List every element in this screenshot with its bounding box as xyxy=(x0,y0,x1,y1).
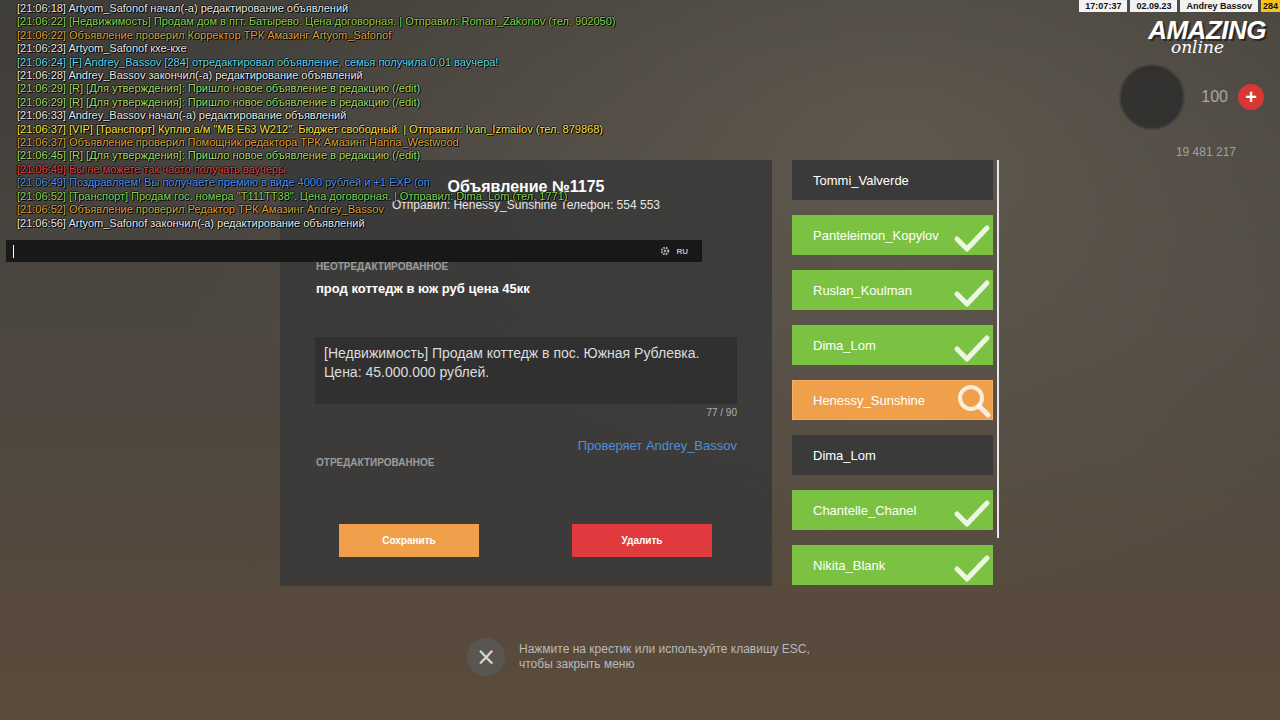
magnifier-icon xyxy=(955,382,991,418)
logo: AMAZINGonline xyxy=(1148,16,1266,56)
chat-line: [21:06:33] Andrey_Bassov начал(-а) редак… xyxy=(17,109,616,122)
chat-line: [21:06:24] [F] Andrey_Bassov [284] отред… xyxy=(17,56,616,69)
actions: Сохранить Удалить xyxy=(315,524,737,557)
check-icon xyxy=(953,224,991,254)
chat-line: [21:06:29] [R] [Для утверждения]: Пришло… xyxy=(17,82,616,95)
language-indicator: RU xyxy=(676,247,688,256)
chat-line: [21:06:52] [Транспорт] Продам гос. номер… xyxy=(17,190,616,203)
queue-item[interactable]: Panteleimon_Kopylov xyxy=(792,215,993,255)
game-screen: Объявление №1175Отправил: Henessy_Sunshi… xyxy=(0,0,1280,720)
chat-line: [21:06:23] Artyom_Safonof кхе-кхе xyxy=(17,42,616,55)
chat-line: [21:06:22] [Недвижимость] Продам дом в п… xyxy=(17,15,616,28)
chat-input[interactable]: RU xyxy=(6,240,702,262)
hud: 17:07:3702.09.23Andrey Bassov284 AMAZINGo… xyxy=(1060,0,1280,170)
player-id: 284 xyxy=(1261,0,1280,12)
chat-log: [21:06:18] Artyom_Safonof начал(-а) реда… xyxy=(17,2,616,230)
delete-button[interactable]: Удалить xyxy=(572,524,712,557)
chat-line: [21:06:37] Объявление проверил Помощник … xyxy=(17,136,616,149)
chat-line: [21:06:45] [R] [Для утверждения]: Пришло… xyxy=(17,149,616,162)
chat-line: [21:06:49] Вы не можете так часто получа… xyxy=(17,163,616,176)
chat-line: [21:06:49] Поздравляем! Вы получаете пре… xyxy=(17,176,616,189)
queue-item[interactable]: Henessy_Sunshine xyxy=(792,380,993,420)
queue-item[interactable]: Ruslan_Koulman xyxy=(792,270,993,310)
queue-list: Tommi_Valverde Panteleimon_Kopylov Ruslan_… xyxy=(792,160,993,585)
edited-label: ОТРЕДАКТИРОВАННОЕ xyxy=(315,456,737,470)
text-caret xyxy=(13,245,14,258)
check-icon xyxy=(953,279,991,309)
chat-line: [21:06:37] [VIP] [Транспорт] Куплю а/м "… xyxy=(17,123,616,136)
check-icon xyxy=(953,334,991,364)
close-row: × Нажмите на крестик или используйте клав… xyxy=(467,638,1280,676)
chat-line: [21:06:18] Artyom_Safonof начал(-а) реда… xyxy=(17,2,616,15)
save-button[interactable]: Сохранить xyxy=(339,524,479,557)
hud-bar: 17:07:3702.09.23Andrey Bassov284 xyxy=(1079,0,1280,12)
chat-line: [21:06:56] Artyom_Safonof закончил(-а) р… xyxy=(17,217,616,230)
queue-item[interactable]: Chantelle_Chanel xyxy=(792,490,993,530)
queue-item[interactable]: Tommi_Valverde xyxy=(792,160,993,200)
date: 02.09.23 xyxy=(1130,0,1177,12)
checker-link[interactable]: Проверяет Andrey_Bassov xyxy=(315,438,737,454)
close-hint: Нажмите на крестик или используйте клави… xyxy=(519,642,810,672)
edit-field[interactable]: [Недвижимость] Продам коттедж в пос. Южн… xyxy=(315,337,737,404)
raw-label: НЕОТРЕДАКТИРОВАННОЕ xyxy=(315,260,737,274)
gear-icon[interactable] xyxy=(660,246,670,256)
queue-item[interactable]: Nikita_Blank xyxy=(792,545,993,585)
health-plus-icon: + xyxy=(1238,84,1264,110)
money: 19 481 217 xyxy=(1176,145,1236,159)
queue-item[interactable]: Dima_Lom xyxy=(792,435,993,475)
queue-item[interactable]: Dima_Lom xyxy=(792,325,993,365)
char-counter: 77 / 90 xyxy=(315,406,737,420)
avatar-icon xyxy=(1119,64,1185,130)
health-value: 100 xyxy=(1201,88,1228,106)
chat-line: [21:06:52] Объявление проверил Редактор … xyxy=(17,203,616,216)
chat-line: [21:06:29] [R] [Для утверждения]: Пришло… xyxy=(17,96,616,109)
queue: Tommi_Valverde Panteleimon_Kopylov Ruslan_… xyxy=(792,160,999,585)
raw-text: прод коттедж в юж руб цена 45кк xyxy=(315,281,737,297)
chat-line: [21:06:28] Andrey_Bassov закончил(-а) ре… xyxy=(17,69,616,82)
chat-line: [21:06:22] Объявление проверил Корректор… xyxy=(17,29,616,42)
close-button[interactable]: × xyxy=(467,638,505,676)
time: 17:07:37 xyxy=(1079,0,1127,12)
check-icon xyxy=(953,554,991,584)
check-icon xyxy=(953,499,991,529)
health-row: 100 + xyxy=(1119,64,1264,130)
scrollbar[interactable] xyxy=(997,160,999,538)
player-name: Andrey Bassov xyxy=(1180,0,1258,12)
